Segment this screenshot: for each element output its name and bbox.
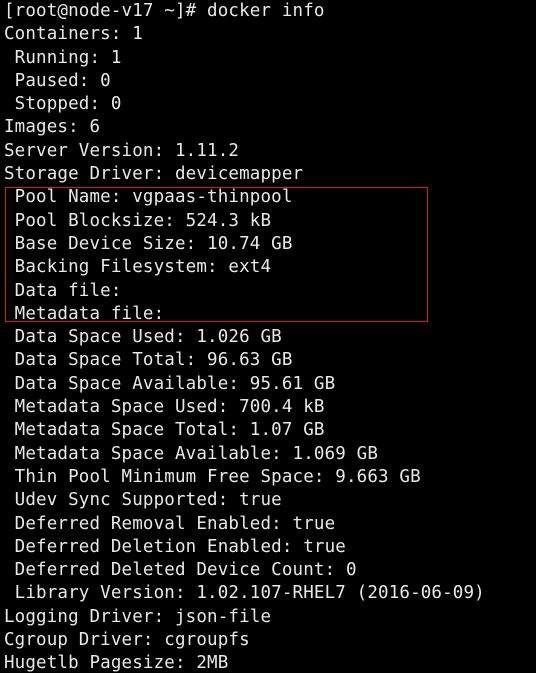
backing-filesystem-line: Backing Filesystem: ext4 — [4, 257, 272, 278]
metadata-space-available-line: Metadata Space Available: 1.069 GB — [4, 443, 379, 464]
pool-blocksize-line: Pool Blocksize: 524.3 kB — [4, 210, 272, 231]
metadata-file-line: Metadata file: — [4, 303, 165, 324]
storage-driver-line: Storage Driver: devicemapper — [4, 164, 304, 185]
logging-driver-line: Logging Driver: json-file — [4, 606, 272, 627]
base-device-size-line: Base Device Size: 10.74 GB — [4, 233, 293, 254]
stopped-line: Stopped: 0 — [4, 94, 122, 115]
containers-line: Containers: 1 — [4, 24, 143, 45]
terminal-output: [root@node-v17 ~]# docker info Container… — [4, 0, 485, 673]
running-line: Running: 1 — [4, 47, 122, 68]
cgroup-driver-line: Cgroup Driver: cgroupfs — [4, 630, 250, 651]
pool-name-line: Pool Name: vgpaas-thinpool — [4, 187, 293, 208]
server-version-line: Server Version: 1.11.2 — [4, 140, 240, 161]
data-file-line: Data file: — [4, 280, 122, 301]
paused-line: Paused: 0 — [4, 70, 111, 91]
deferred-deletion-enabled-line: Deferred Deletion Enabled: true — [4, 536, 346, 557]
images-line: Images: 6 — [4, 117, 101, 138]
deferred-removal-enabled-line: Deferred Removal Enabled: true — [4, 513, 336, 534]
data-space-total-line: Data Space Total: 96.63 GB — [4, 350, 293, 371]
data-space-used-line: Data Space Used: 1.026 GB — [4, 327, 282, 348]
hugetlb-pagesize-line: Hugetlb Pagesize: 2MB — [4, 653, 229, 673]
shell-prompt-command: [root@node-v17 ~]# docker info — [4, 1, 325, 21]
thin-pool-min-free-space-line: Thin Pool Minimum Free Space: 9.663 GB — [4, 466, 421, 487]
metadata-space-total-line: Metadata Space Total: 1.07 GB — [4, 420, 325, 441]
data-space-available-line: Data Space Available: 95.61 GB — [4, 373, 336, 394]
deferred-deleted-device-count-line: Deferred Deleted Device Count: 0 — [4, 560, 357, 581]
library-version-line: Library Version: 1.02.107-RHEL7 (2016-06… — [4, 583, 485, 604]
metadata-space-used-line: Metadata Space Used: 700.4 kB — [4, 397, 325, 418]
terminal-window[interactable]: [root@node-v17 ~]# docker info Container… — [0, 0, 536, 673]
udev-sync-supported-line: Udev Sync Supported: true — [4, 490, 282, 511]
